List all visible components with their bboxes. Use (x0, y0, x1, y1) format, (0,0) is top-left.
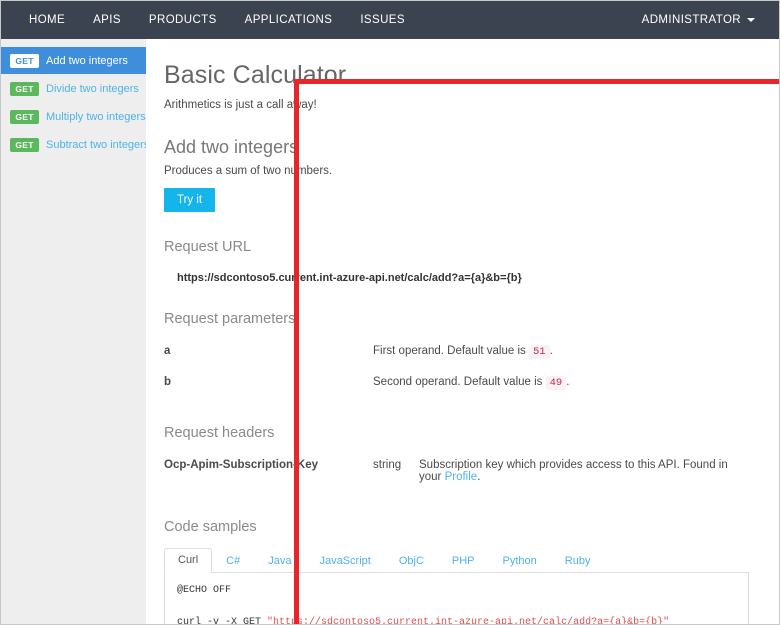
method-badge-get: GET (10, 109, 39, 124)
parameter-description-suffix: . (566, 376, 570, 388)
operation-title: Add two integers (164, 137, 299, 157)
parameter-name: b (164, 376, 172, 388)
chevron-down-icon (747, 18, 755, 22)
parameter-description-text: First operand. Default value is (373, 345, 526, 357)
code-sample-text: @ECHO OFF curl -v -X GET "https://sdcont… (177, 583, 736, 625)
try-it-button[interactable]: Try it (164, 188, 216, 212)
parameter-description: Second operand. Default value is 49. (373, 367, 749, 398)
sidebar-item-label: Add two integers (46, 54, 128, 67)
nav-item-products[interactable]: PRODUCTS (135, 1, 231, 39)
code-sample-panel[interactable]: @ECHO OFF curl -v -X GET "https://sdcont… (164, 573, 749, 625)
tab-curl[interactable]: Curl (164, 548, 213, 573)
code-line-echo: @ECHO OFF (177, 585, 232, 596)
request-url-heading: Request URL (164, 239, 252, 255)
request-headers-table: Ocp-Apim-Subscription-Key string Subscri… (164, 450, 749, 492)
nav-item-issues[interactable]: ISSUES (346, 1, 419, 39)
nav-item-home[interactable]: HOME (15, 1, 79, 39)
tab-csharp[interactable]: C# (212, 549, 254, 573)
sidebar-item-label: Divide two integers (46, 82, 139, 95)
tab-objc[interactable]: ObjC (385, 549, 438, 573)
page-body: GET Add two integers GET Divide two inte… (1, 39, 779, 625)
code-samples-tablist: Curl C# Java JavaScript ObjC PHP Python … (164, 547, 749, 573)
parameter-default-value: 49 (545, 376, 567, 390)
parameter-description-text: Second operand. Default value is (373, 376, 543, 388)
api-details-content: Basic Calculator Arithmetics is just a c… (146, 39, 779, 625)
navbar-links: HOME APIS PRODUCTS APPLICATIONS ISSUES (15, 1, 419, 39)
top-navbar: HOME APIS PRODUCTS APPLICATIONS ISSUES A… (1, 1, 779, 39)
code-line-curl-url: "https://sdcontoso5.current.int-azure-ap… (267, 617, 670, 625)
user-menu[interactable]: ADMINISTRATOR (642, 14, 765, 26)
code-samples-heading: Code samples (164, 519, 257, 535)
tab-php[interactable]: PHP (438, 549, 489, 573)
nav-item-apis[interactable]: APIS (79, 1, 135, 39)
sidebar-item-divide-two-integers[interactable]: GET Divide two integers (1, 75, 146, 102)
table-row: a First operand. Default value is 51. (164, 336, 749, 367)
header-type: string (373, 459, 402, 471)
code-line-curl-prefix: curl -v -X GET (177, 617, 268, 625)
profile-link[interactable]: Profile (445, 471, 478, 483)
operations-sidebar: GET Add two integers GET Divide two inte… (1, 39, 150, 624)
request-parameters-heading: Request parameters (164, 311, 296, 327)
tab-java[interactable]: Java (254, 549, 305, 573)
method-badge-get: GET (10, 53, 39, 68)
table-row: b Second operand. Default value is 49. (164, 367, 749, 398)
header-description-suffix: . (477, 471, 481, 483)
table-row: Ocp-Apim-Subscription-Key string Subscri… (164, 450, 749, 492)
request-headers-heading: Request headers (164, 425, 275, 441)
method-badge-get: GET (10, 81, 39, 96)
header-description: Subscription key which provides access t… (419, 450, 749, 492)
header-name: Ocp-Apim-Subscription-Key (164, 459, 318, 471)
parameter-default-value: 51 (528, 345, 550, 359)
sidebar-item-label: Subtract two integers (46, 138, 150, 151)
browser-window: HOME APIS PRODUCTS APPLICATIONS ISSUES A… (0, 0, 780, 625)
api-details-panel: Basic Calculator Arithmetics is just a c… (146, 39, 779, 625)
nav-item-applications[interactable]: APPLICATIONS (231, 1, 347, 39)
parameter-description-suffix: . (549, 345, 553, 357)
page-title: Basic Calculator (164, 61, 347, 89)
tab-ruby[interactable]: Ruby (551, 549, 605, 573)
operation-description: Produces a sum of two numbers. (164, 165, 333, 177)
tab-javascript[interactable]: JavaScript (305, 549, 384, 573)
sidebar-item-label: Multiply two integers (46, 110, 146, 123)
api-description: Arithmetics is just a call away! (164, 99, 317, 111)
parameter-name: a (164, 345, 171, 357)
sidebar-item-multiply-two-integers[interactable]: GET Multiply two integers (1, 103, 146, 130)
request-url-value: https://sdcontoso5.current.int-azure-api… (177, 272, 522, 284)
sidebar-item-subtract-two-integers[interactable]: GET Subtract two integers (1, 131, 150, 158)
sidebar-item-add-two-integers[interactable]: GET Add two integers (1, 47, 146, 74)
parameter-description: First operand. Default value is 51. (373, 336, 749, 367)
request-parameters-table: a First operand. Default value is 51. b … (164, 336, 749, 398)
user-menu-label: ADMINISTRATOR (641, 14, 741, 26)
tab-python[interactable]: Python (489, 549, 551, 573)
method-badge-get: GET (10, 137, 39, 152)
